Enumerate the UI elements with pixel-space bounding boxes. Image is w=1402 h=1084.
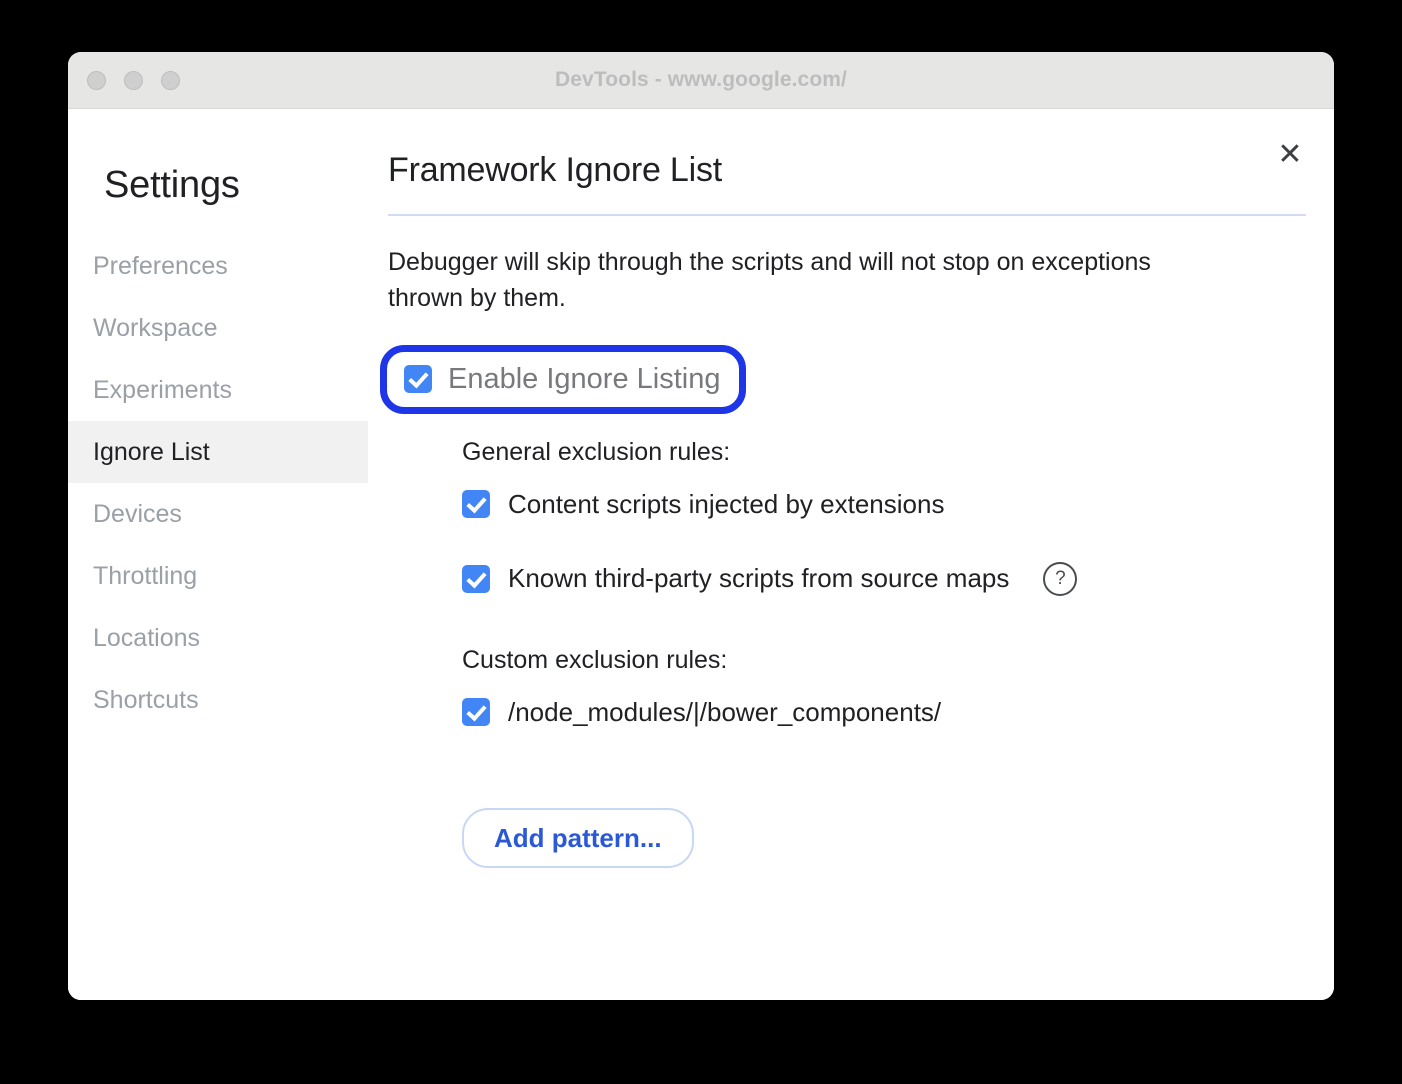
close-icon[interactable]: ✕ <box>1268 133 1312 177</box>
close-window-button[interactable] <box>87 70 106 90</box>
devtools-window: DevTools - www.google.com/ Settings Pref… <box>68 52 1334 1000</box>
custom-exclusion-rules-section: Custom exclusion rules: /node_modules/|/… <box>462 645 1306 868</box>
panel-description: Debugger will skip through the scripts a… <box>388 248 1151 313</box>
sidebar-item-locations[interactable]: Locations <box>68 607 368 669</box>
settings-sidebar: Settings Preferences Workspace Experimen… <box>68 109 368 1000</box>
sidebar-item-shortcuts[interactable]: Shortcuts <box>68 669 368 731</box>
minimize-window-button[interactable] <box>124 70 143 90</box>
general-exclusion-rules-heading: General exclusion rules: <box>462 437 731 466</box>
window-body: Settings Preferences Workspace Experimen… <box>68 109 1334 1000</box>
sidebar-item-preferences[interactable]: Preferences <box>68 235 368 297</box>
help-icon[interactable]: ? <box>1043 561 1078 596</box>
sidebar-item-devices[interactable]: Devices <box>68 483 368 545</box>
window-title: DevTools - www.google.com/ <box>555 68 847 91</box>
window-titlebar: DevTools - www.google.com/ <box>68 52 1334 109</box>
general-exclusion-rules-section: General exclusion rules: Content scripts… <box>462 438 1306 596</box>
enable-ignore-listing-highlight: Enable Ignore Listing <box>380 344 747 414</box>
general-rule-row-third-party-scripts[interactable]: Known third-party scripts from source ma… <box>462 561 1306 596</box>
general-rule-row-content-scripts[interactable]: Content scripts injected by extensions <box>462 489 1306 520</box>
sidebar-item-experiments[interactable]: Experiments <box>68 359 368 421</box>
third-party-scripts-checkbox[interactable] <box>462 564 490 593</box>
enable-ignore-listing-checkbox[interactable] <box>404 365 432 393</box>
content-scripts-checkbox[interactable] <box>462 490 490 518</box>
sidebar-item-ignore-list[interactable]: Ignore List <box>68 421 368 483</box>
custom-pattern-label: /node_modules/|/bower_components/ <box>508 696 942 727</box>
settings-content-panel: ✕ Framework Ignore List Debugger will sk… <box>368 109 1334 1000</box>
settings-nav-list: Preferences Workspace Experiments Ignore… <box>68 235 368 731</box>
page-title: Framework Ignore List <box>388 151 1306 216</box>
enable-ignore-listing-row[interactable]: Enable Ignore Listing <box>380 345 746 414</box>
maximize-window-button[interactable] <box>161 70 180 90</box>
third-party-scripts-label: Known third-party scripts from source ma… <box>508 563 1010 593</box>
content-scripts-label: Content scripts injected by extensions <box>508 488 945 519</box>
sidebar-item-throttling[interactable]: Throttling <box>68 545 368 607</box>
custom-rule-row[interactable]: /node_modules/|/bower_components/ <box>462 697 1306 728</box>
custom-pattern-checkbox[interactable] <box>462 698 490 726</box>
custom-exclusion-rules-heading: Custom exclusion rules: <box>462 645 728 674</box>
enable-ignore-listing-label: Enable Ignore Listing <box>448 362 721 395</box>
sidebar-item-workspace[interactable]: Workspace <box>68 297 368 359</box>
window-traffic-lights <box>87 52 180 108</box>
settings-heading: Settings <box>104 164 240 206</box>
add-pattern-button[interactable]: Add pattern... <box>462 807 694 868</box>
